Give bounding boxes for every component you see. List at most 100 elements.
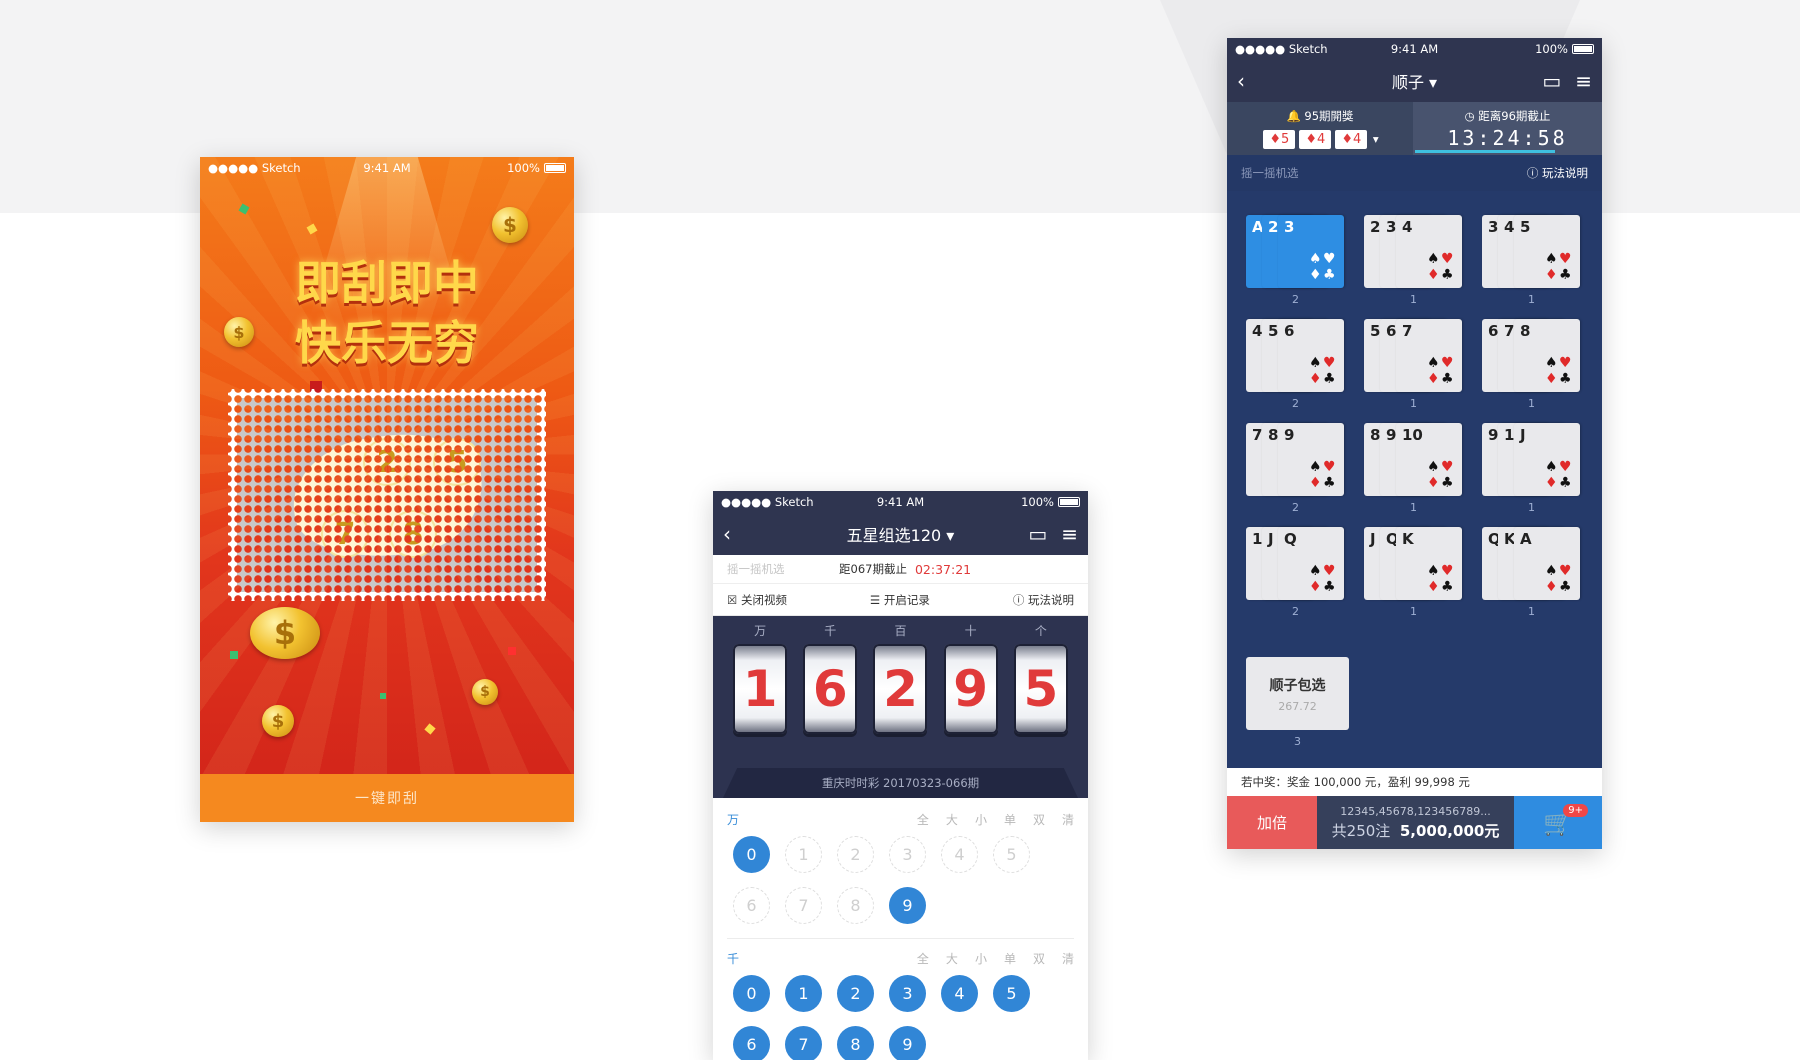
last-draw-text: 95期開獎 [1304, 109, 1354, 123]
card-rank: 2 [1268, 218, 1279, 236]
number-ball[interactable]: 3 [889, 975, 926, 1012]
card-rank: 4 [1504, 218, 1515, 236]
playing-card: A ♠ ♥ ♦ ♣ [1514, 527, 1580, 600]
straight-option[interactable]: 3 4 5 ♠ ♥ ♦ ♣ 1 [1482, 215, 1581, 306]
card-rank: 4 [1252, 322, 1263, 340]
straight-option[interactable]: 6 7 8 ♠ ♥ ♦ ♣ 1 [1482, 319, 1581, 410]
straight-option[interactable]: 5 6 7 ♠ ♥ ♦ ♣ 1 [1364, 319, 1463, 410]
number-ball[interactable]: 0 [733, 975, 770, 1012]
straight-option[interactable]: Q K A ♠ ♥ ♦ ♣ 1 [1482, 527, 1581, 618]
chat-icon[interactable]: ▭ [1028, 524, 1047, 544]
number-ball[interactable]: 9 [889, 1026, 926, 1060]
filter-button[interactable]: 大 [946, 811, 958, 828]
filter-button[interactable]: 双 [1033, 811, 1045, 828]
package-pick-button[interactable]: 顺子包选 267.72 [1246, 657, 1349, 730]
rules-button[interactable]: ⓘ 玩法说明 [1527, 165, 1588, 181]
straight-option[interactable]: 2 3 4 ♠ ♥ ♦ ♣ 1 [1364, 215, 1463, 306]
back-icon[interactable]: ‹ [723, 524, 731, 544]
bet-bar: 加倍 12345,45678,123456789... 共250注 5,000,… [1227, 796, 1602, 849]
heart-icon: ♥ [1559, 251, 1572, 267]
status-battery: 100% [507, 161, 540, 175]
last-draw[interactable]: 🔔 95期開獎 ♦5 ♦4 ♦4 ▾ [1227, 102, 1413, 155]
rules-button[interactable]: ⓘ 玩法说明 [1013, 592, 1074, 608]
filter-button[interactable]: 小 [975, 811, 987, 828]
scratch-all-button[interactable]: 一键即刮 [200, 774, 574, 822]
prize-info: 若中奖：奖金 100,000 元，盈利 99,998 元 [1227, 768, 1602, 796]
straight-option[interactable]: 10JQ♠♥♦♣2 [1246, 527, 1345, 618]
card-rank: 3 [1284, 218, 1295, 236]
position-label: 百 [894, 624, 907, 638]
filter-button[interactable]: 双 [1033, 950, 1045, 967]
shake-random-button[interactable]: 摇一摇机选 [1241, 165, 1299, 181]
number-ball[interactable]: 4 [941, 975, 978, 1012]
last-draw-label: 🔔 95期開獎 [1286, 109, 1354, 123]
straight-grid: A 2 3 ♠ ♥ ♦ ♣ 2 2 3 4 ♠ ♥ ♦ ♣ 1 3 4 5 ♠ ♥ ♦ ♣ 1 4 5 6 ♠ ♥ ♦ ♣ 2 5 6 7 ♠ ♥ ♦ ♣ 1… [1227, 191, 1602, 618]
card-rank: J [1370, 530, 1376, 548]
number-ball[interactable]: 0 [733, 836, 770, 873]
scratch-area[interactable]: 2 5 7 8 [237, 398, 537, 592]
prize-ball: 5 [433, 438, 481, 486]
filter-button[interactable]: 全 [917, 811, 929, 828]
number-ball[interactable]: 5 [993, 836, 1030, 873]
option-count: 1 [1410, 605, 1417, 618]
filter-button[interactable]: 清 [1062, 950, 1074, 967]
number-ball[interactable]: 7 [785, 887, 822, 924]
menu-icon[interactable]: ≡ [1061, 524, 1078, 544]
reel-digit: 1 [733, 644, 788, 734]
number-ball[interactable]: 3 [889, 836, 926, 873]
cart-badge: 9+ [1563, 804, 1588, 817]
card-rank: K [1402, 530, 1414, 548]
number-ball[interactable]: 7 [785, 1026, 822, 1060]
straight-option[interactable]: 7 8 9 ♠ ♥ ♦ ♣ 2 [1246, 423, 1345, 514]
filter-button[interactable]: 单 [1004, 950, 1016, 967]
number-ball[interactable]: 8 [837, 1026, 874, 1060]
number-ball[interactable]: 2 [837, 975, 874, 1012]
chat-icon[interactable]: ▭ [1542, 71, 1561, 91]
straight-option[interactable]: 4 5 6 ♠ ♥ ♦ ♣ 2 [1246, 319, 1345, 410]
filter-button[interactable]: 小 [975, 950, 987, 967]
bet-summary[interactable]: 12345,45678,123456789... 共250注 5,000,000… [1317, 796, 1514, 849]
close-video-button[interactable]: ☒ 关闭视频 [727, 592, 787, 608]
double-button[interactable]: 加倍 [1227, 796, 1317, 849]
playing-card: 6 ♠ ♥ ♦ ♣ [1278, 319, 1344, 392]
number-ball[interactable]: 4 [941, 836, 978, 873]
filter-button[interactable]: 全 [917, 950, 929, 967]
diamond-icon: ♦ [1545, 475, 1558, 491]
option-count: 1 [1528, 501, 1535, 514]
number-ball[interactable]: 2 [837, 836, 874, 873]
scratch-ticket[interactable]: 2 5 7 8 [228, 389, 546, 601]
history-button[interactable]: ☰ 开启记录 [870, 592, 930, 608]
playing-card: J ♠ ♥ ♦ ♣ [1514, 423, 1580, 496]
straight-option[interactable]: A 2 3 ♠ ♥ ♦ ♣ 2 [1246, 215, 1345, 306]
number-ball[interactable]: 1 [785, 836, 822, 873]
club-icon: ♣ [1559, 579, 1572, 595]
coin-icon: $ [224, 317, 254, 347]
row-header: 万 全大小单双清 [713, 802, 1088, 836]
shake-random-button[interactable]: 摇一摇机选 [727, 561, 835, 577]
number-ball[interactable]: 1 [785, 975, 822, 1012]
menu-icon[interactable]: ≡ [1575, 71, 1592, 91]
rules-label: 玩法说明 [1028, 592, 1074, 607]
prize-ball: 2 [363, 438, 411, 486]
number-ball[interactable]: 8 [837, 887, 874, 924]
filter-button[interactable]: 单 [1004, 811, 1016, 828]
straight-option[interactable]: 910J♠♥♦♣1 [1482, 423, 1581, 514]
filter-button[interactable]: 清 [1062, 811, 1074, 828]
straight-option[interactable]: J Q K ♠ ♥ ♦ ♣ 1 [1364, 527, 1463, 618]
status-bar: ●●●●● Sketch 9:41 AM 100% [713, 491, 1088, 513]
row-header: 千 全大小单双清 [713, 941, 1088, 975]
bet-numbers: 12345,45678,123456789... [1340, 804, 1491, 818]
back-icon[interactable]: ‹ [1237, 71, 1245, 91]
diamond-icon: ♦ [1309, 371, 1322, 387]
filter-button[interactable]: 大 [946, 950, 958, 967]
phone-scratch-card: ●●●●● Sketch 9:41 AM 100% 即刮即中 快乐无穷 $ $ … [200, 157, 574, 822]
number-ball[interactable]: 6 [733, 1026, 770, 1060]
status-battery: 100% [1021, 495, 1054, 509]
cart-button[interactable]: 🛒 9+ [1514, 796, 1602, 849]
card-rank: 8 [1520, 322, 1531, 340]
card-rank: 7 [1504, 322, 1515, 340]
number-ball[interactable]: 9 [889, 887, 926, 924]
number-ball[interactable]: 6 [733, 887, 770, 924]
number-ball[interactable]: 5 [993, 975, 1030, 1012]
straight-option[interactable]: 8 9 10 ♠ ♥ ♦ ♣ 1 [1364, 423, 1463, 514]
